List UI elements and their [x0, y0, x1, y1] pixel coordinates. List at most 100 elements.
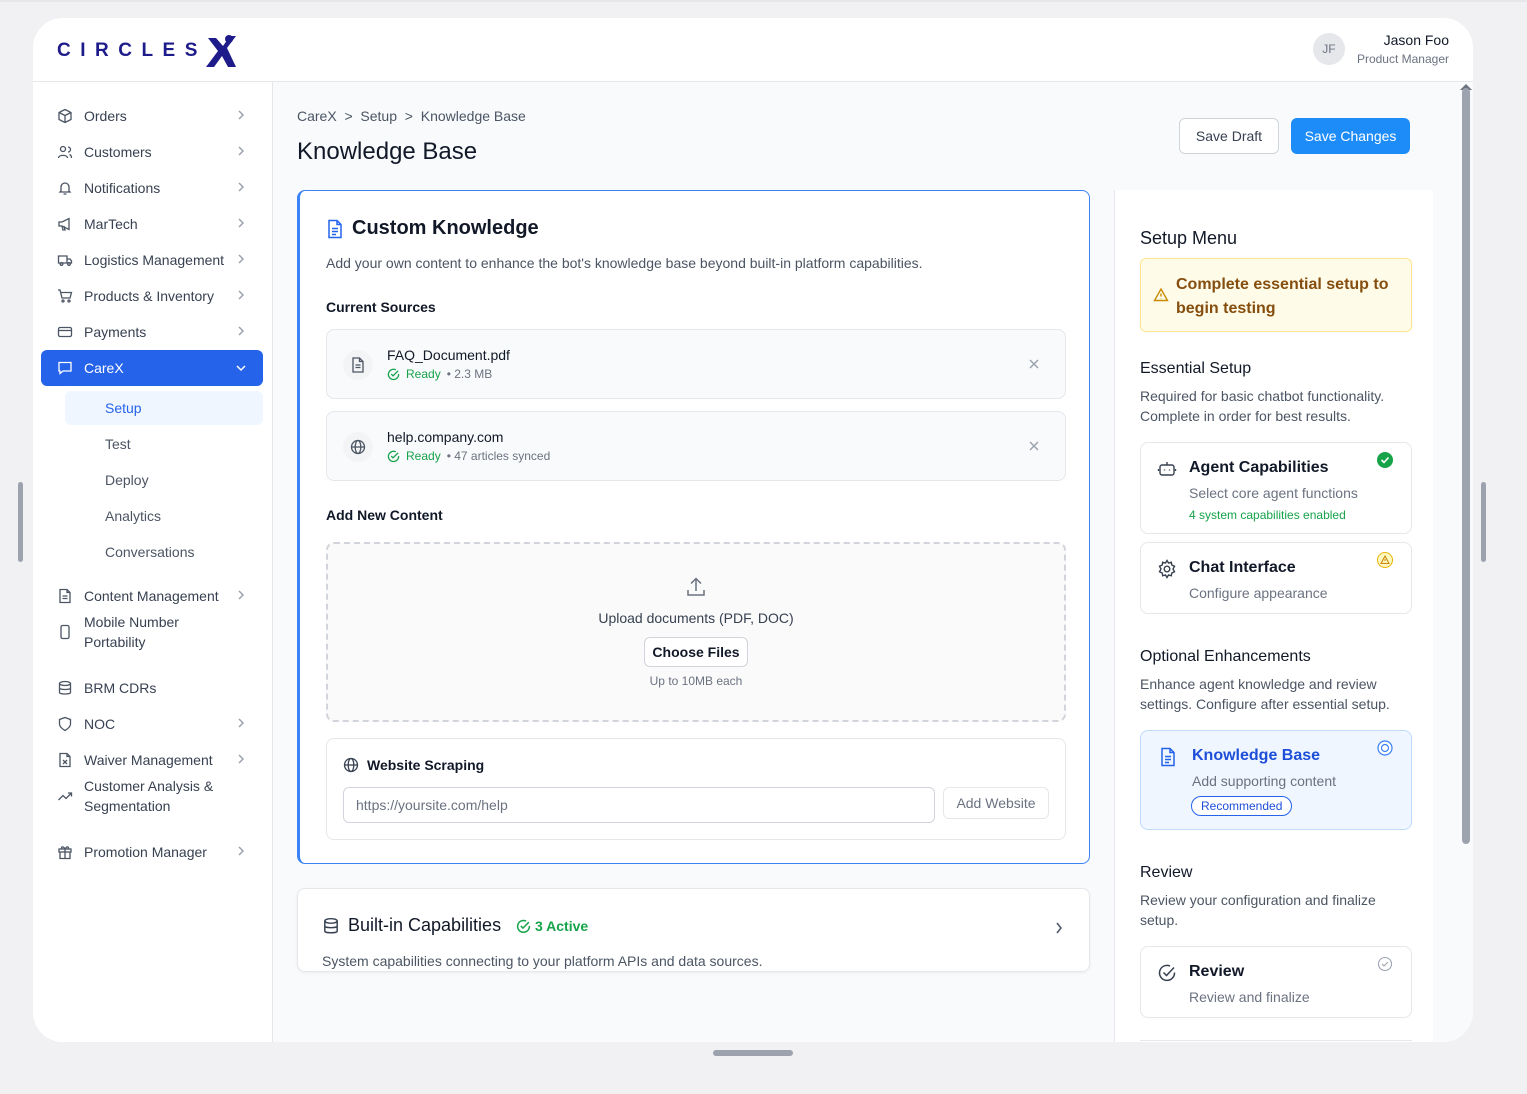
sidebar-subitem-analytics[interactable]: Analytics: [65, 499, 263, 533]
sidebar-subitem-test[interactable]: Test: [65, 427, 263, 461]
chevron-right-icon: [238, 182, 245, 192]
website-scraping-panel: Website Scraping Add Website: [326, 738, 1066, 840]
sidebar-item-mobile-number-portability[interactable]: Mobile Number Portability: [41, 610, 263, 654]
step-title: Chat Interface: [1189, 559, 1296, 576]
setup-menu-panel: Setup Menu Complete essential setup to b…: [1114, 190, 1433, 1042]
section-title-text: Custom Knowledge: [352, 217, 539, 239]
close-icon[interactable]: [1027, 357, 1041, 371]
add-website-button[interactable]: Add Website: [943, 787, 1049, 819]
sidebar-item-content-management[interactable]: Content Management: [41, 578, 263, 614]
chevron-right-icon: [238, 110, 245, 120]
gift-icon: [56, 843, 74, 861]
sidebar-item-orders[interactable]: Orders: [41, 98, 263, 134]
sidebar-item-customer-analysis[interactable]: Customer Analysis & Segmentation: [41, 774, 263, 818]
sidebar-subitem-setup[interactable]: Setup: [65, 391, 263, 425]
circles-x-logo[interactable]: CIRCLES: [57, 34, 237, 68]
sidebar-item-noc[interactable]: NOC: [41, 706, 263, 742]
sidebar-item-label: Waiver Management: [84, 752, 213, 768]
close-icon[interactable]: [1027, 439, 1041, 453]
step-agent-capabilities[interactable]: Agent Capabilities Select core agent fun…: [1140, 442, 1412, 534]
sidebar-item-label: Mobile Number Portability: [84, 614, 179, 650]
step-title: Review: [1189, 963, 1245, 980]
trend-icon: [56, 787, 74, 805]
user-name: Jason Foo: [1383, 32, 1449, 48]
review-group-description: Review your configuration and finalize s…: [1140, 892, 1376, 928]
left-resize-handle[interactable]: [18, 482, 23, 562]
sidebar-item-carex[interactable]: CareX: [41, 350, 263, 386]
step-description: Review and finalize: [1189, 989, 1310, 1005]
website-url-input[interactable]: [343, 787, 935, 823]
vertical-scrollbar[interactable]: [1462, 88, 1470, 844]
active-count-badge: 3 Active: [516, 918, 588, 934]
sidebar-item-brm-cdrs[interactable]: BRM CDRs: [41, 670, 263, 706]
divider: [1140, 1040, 1412, 1041]
builtin-capabilities-title: Built-in Capabilities: [322, 915, 501, 936]
sidebar-item-notifications[interactable]: Notifications: [41, 170, 263, 206]
setup-warning-banner: Complete essential setup to begin testin…: [1140, 258, 1412, 332]
step-description: Configure appearance: [1189, 585, 1328, 601]
website-scraping-title: Website Scraping: [343, 757, 484, 773]
phone-icon: [56, 623, 74, 641]
setup-menu-title: Setup Menu: [1140, 228, 1238, 248]
sidebar-subitem-conversations[interactable]: Conversations: [65, 535, 263, 569]
sidebar-item-promotion-manager[interactable]: Promotion Manager: [41, 834, 263, 870]
source-meta: Ready • 2.3 MB: [387, 367, 492, 381]
window-top-border: [0, 0, 1527, 2]
upload-size-note: Up to 10MB each: [649, 674, 743, 688]
file-icon: [56, 587, 74, 605]
bot-icon: [1157, 459, 1177, 479]
chevron-right-icon[interactable]: [1055, 921, 1063, 935]
essential-setup-title: Essential Setup: [1140, 360, 1252, 377]
current-sources-label: Current Sources: [326, 299, 436, 315]
step-title: Knowledge Base: [1192, 747, 1321, 764]
chevron-right-icon: [238, 218, 245, 228]
user-profile[interactable]: JF Jason Foo Product Manager: [1312, 32, 1449, 66]
sidebar-item-logistics[interactable]: Logistics Management: [41, 242, 263, 278]
sidebar-item-customers[interactable]: Customers: [41, 134, 263, 170]
bottom-resize-handle[interactable]: [713, 1050, 793, 1056]
builtin-title-text: Built-in Capabilities: [348, 915, 502, 935]
sidebar-item-label: Notifications: [84, 180, 161, 196]
status-ready: Ready: [406, 449, 441, 463]
sidebar-item-martech[interactable]: MarTech: [41, 206, 263, 242]
right-resize-handle[interactable]: [1481, 482, 1486, 562]
choose-files-button[interactable]: Choose Files: [644, 637, 748, 667]
check-circle-icon: [387, 450, 400, 462]
sidebar-item-waiver-management[interactable]: Waiver Management: [41, 742, 263, 778]
chevron-right-icon: [238, 326, 245, 336]
step-chat-interface[interactable]: Chat Interface Configure appearance: [1140, 542, 1412, 614]
chevron-right-icon: [238, 590, 245, 600]
megaphone-icon: [56, 215, 74, 233]
shield-icon: [56, 715, 74, 733]
database-icon: [322, 917, 340, 935]
cart-icon: [56, 287, 74, 305]
complete-check-icon: [1377, 452, 1393, 468]
upload-dropzone[interactable]: Upload documents (PDF, DOC) Choose Files…: [326, 542, 1066, 722]
sidebar-item-label: Customers: [84, 144, 152, 160]
step-review[interactable]: Review Review and finalize: [1140, 946, 1412, 1018]
step-description: Select core agent functions: [1189, 485, 1358, 501]
sidebar-item-payments[interactable]: Payments: [41, 314, 263, 350]
sidebar-item-label: Customer Analysis & Segmentation: [84, 778, 214, 814]
builtin-capabilities-card[interactable]: Built-in Capabilities 3 Active System ca…: [297, 888, 1090, 972]
chevron-right-icon: [238, 146, 245, 156]
save-changes-button[interactable]: Save Changes: [1291, 118, 1410, 154]
step-knowledge-base[interactable]: Knowledge Base Add supporting content Re…: [1140, 730, 1412, 830]
save-draft-button[interactable]: Save Draft: [1179, 118, 1279, 154]
sidebar-subitem-deploy[interactable]: Deploy: [65, 463, 263, 497]
custom-knowledge-description: Add your own content to enhance the bot'…: [326, 255, 923, 271]
custom-knowledge-card: Custom Knowledge Add your own content to…: [297, 190, 1090, 864]
source-size: • 2.3 MB: [446, 367, 493, 381]
sidebar-item-products-inventory[interactable]: Products & Inventory: [41, 278, 263, 314]
step-extra: 4 system capabilities enabled: [1189, 508, 1346, 522]
essential-setup-description: Required for basic chatbot functionality…: [1140, 388, 1385, 424]
source-meta: Ready • 47 articles synced: [387, 449, 550, 463]
gear-icon: [1157, 559, 1177, 579]
sidebar-item-label: NOC: [84, 716, 116, 732]
document-icon: [343, 350, 373, 380]
pending-status-icon: [1377, 956, 1393, 972]
sidebar-item-label: CareX: [84, 360, 124, 376]
review-group-title: Review: [1140, 864, 1193, 881]
active-count-text: 3 Active: [535, 918, 589, 934]
logo-text: CIRCLES: [57, 40, 207, 61]
